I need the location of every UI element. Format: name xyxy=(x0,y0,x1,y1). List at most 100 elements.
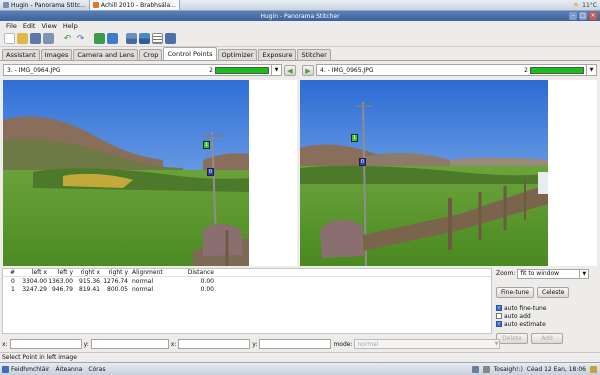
minimize-icon[interactable]: – xyxy=(569,12,577,20)
top-panel: Hugin - Panorama Stitc... Achill 2010 - … xyxy=(0,0,600,11)
save-icon[interactable] xyxy=(30,33,41,44)
left-image-panel[interactable]: 1 0 xyxy=(3,80,297,266)
undo-icon[interactable]: ↶ xyxy=(62,33,73,44)
zoom-select[interactable]: fit to window ▼ xyxy=(517,268,590,279)
previous-image-button[interactable]: ◀ xyxy=(284,65,296,76)
control-points-table[interactable]: # left x left y right x right y Alignmen… xyxy=(2,268,492,334)
table-cell: 915.36 xyxy=(79,277,100,285)
menu-view[interactable]: View xyxy=(41,22,56,30)
column-header[interactable]: left x xyxy=(17,269,47,276)
bottom-panel: Feidhmchláir Áiteanna Córas Tosaigh!:) C… xyxy=(0,362,600,375)
table-row[interactable]: 1 3247.29 946.79 819.41 800.05 normal 0.… xyxy=(3,285,491,293)
coordinate-fields: x: y: x: y: mode: normal ▼ xyxy=(0,338,600,350)
system-menu[interactable]: Córas xyxy=(88,366,105,373)
column-header[interactable]: left y xyxy=(47,269,73,276)
column-header[interactable]: right y xyxy=(100,269,128,276)
auto-fine-tune-option[interactable]: ✓ auto fine-tune xyxy=(496,304,598,312)
right-image-selector[interactable]: 4. - IMG_0965.JPG 2 ▼ xyxy=(316,64,597,76)
options-checkboxes: ✓ auto fine-tune auto add ✓ auto estimat… xyxy=(496,304,598,328)
auto-add-checkbox[interactable] xyxy=(496,313,502,319)
right-x-label: x: xyxy=(170,340,177,348)
user-name[interactable]: Tosaigh!:) xyxy=(494,366,523,373)
places-menu[interactable]: Áiteanna xyxy=(56,366,83,373)
weather-temperature: 11°C xyxy=(582,1,597,9)
auto-estimate-checkbox[interactable]: ✓ xyxy=(496,321,502,327)
images-icon[interactable] xyxy=(126,33,137,44)
left-x-field[interactable] xyxy=(9,339,82,349)
left-photo[interactable]: 1 0 xyxy=(3,80,249,266)
auto-fine-tune-checkbox[interactable]: ✓ xyxy=(496,305,502,311)
control-point-marker[interactable]: 1 xyxy=(351,134,358,142)
menu-help[interactable]: Help xyxy=(63,22,78,30)
next-image-button[interactable]: ▶ xyxy=(302,65,314,76)
optimize-icon[interactable] xyxy=(152,33,163,44)
fast-preview-icon[interactable] xyxy=(107,33,118,44)
table-cell: 0.00 xyxy=(200,285,214,293)
tab-control-points[interactable]: Control Points xyxy=(163,47,217,60)
preview-icon[interactable] xyxy=(94,33,105,44)
network-icon[interactable] xyxy=(471,365,479,373)
applications-menu[interactable]: Feidhmchláir xyxy=(2,365,50,373)
redo-icon[interactable]: ↷ xyxy=(75,33,86,44)
table-cell: 1276.74 xyxy=(103,277,128,285)
clock[interactable]: Céad 12 Ean, 18:06 xyxy=(527,366,586,373)
right-x-field[interactable] xyxy=(178,339,251,349)
tab-images[interactable]: Images xyxy=(40,49,73,60)
right-photo[interactable]: 1 0 xyxy=(300,80,548,266)
window-controls: – □ × xyxy=(569,12,597,20)
column-header[interactable]: right x xyxy=(73,269,100,276)
left-y-field[interactable] xyxy=(90,339,169,349)
open-icon[interactable] xyxy=(17,33,28,44)
tab-assistant[interactable]: Assistant xyxy=(2,49,40,60)
align-icon[interactable] xyxy=(139,33,150,44)
right-landscape-image xyxy=(300,80,548,266)
mode-select[interactable]: normal ▼ xyxy=(354,339,501,349)
left-x-label: x: xyxy=(2,340,8,348)
column-header[interactable]: Alignment xyxy=(128,269,172,276)
auto-estimate-label: auto estimate xyxy=(504,320,546,328)
fine-tune-row: Fine-tune Celeste xyxy=(496,287,598,298)
mode-label: mode: xyxy=(333,340,353,348)
tab-crop[interactable]: Crop xyxy=(139,49,163,60)
fine-tune-button[interactable]: Fine-tune xyxy=(496,287,534,298)
control-point-marker[interactable]: 1 xyxy=(203,141,210,149)
right-arrow-icon: ▶ xyxy=(305,66,311,75)
control-point-marker[interactable]: 0 xyxy=(207,168,214,176)
chevron-down-icon[interactable]: ▼ xyxy=(586,65,596,75)
menu-edit[interactable]: Edit xyxy=(23,22,36,30)
volume-icon[interactable] xyxy=(482,365,490,373)
chevron-down-icon[interactable]: ▼ xyxy=(579,269,588,278)
mode-value: normal xyxy=(357,340,379,348)
task-tab-hugin[interactable]: Hugin - Panorama Stitc... xyxy=(0,0,90,10)
right-image-panel[interactable]: 1 0 xyxy=(300,80,597,266)
auto-estimate-option[interactable]: ✓ auto estimate xyxy=(496,320,598,328)
task-tab-label: Achill 2010 - Brabhsála... xyxy=(100,1,176,9)
table-row[interactable]: 0 3304.00 1363.00 915.36 1276.74 normal … xyxy=(3,277,491,285)
new-icon[interactable] xyxy=(4,33,15,44)
column-header[interactable]: Distance xyxy=(172,269,214,276)
task-tab-browser[interactable]: Achill 2010 - Brabhsála... xyxy=(89,0,180,10)
auto-add-option[interactable]: auto add xyxy=(496,312,598,320)
tab-camera-and-lens[interactable]: Camera and Lens xyxy=(73,49,139,60)
stitch-icon[interactable] xyxy=(165,33,176,44)
column-header[interactable]: # xyxy=(3,269,17,276)
close-icon[interactable]: × xyxy=(589,12,597,20)
right-image-name: 4. - IMG_0965.JPG xyxy=(320,66,374,74)
applications-icon xyxy=(2,365,9,373)
maximize-icon[interactable]: □ xyxy=(579,12,587,20)
chevron-down-icon[interactable]: ▼ xyxy=(271,65,281,75)
right-y-field[interactable] xyxy=(259,339,332,349)
control-point-marker[interactable]: 0 xyxy=(359,158,366,166)
tab-stitcher[interactable]: Stitcher xyxy=(297,49,331,60)
celeste-button[interactable]: Celeste xyxy=(537,287,570,298)
chevron-down-icon[interactable]: ▼ xyxy=(495,341,499,347)
tab-optimizer[interactable]: Optimizer xyxy=(217,49,258,60)
power-icon[interactable] xyxy=(590,365,597,373)
status-bar: Select Point in left image xyxy=(0,352,600,362)
table-cell: 946.79 xyxy=(52,285,73,293)
left-image-selector[interactable]: 3. - IMG_0964.JPG 2 ▼ xyxy=(3,64,282,76)
left-y-label: y: xyxy=(83,340,89,348)
tab-exposure[interactable]: Exposure xyxy=(258,49,297,60)
save-as-icon[interactable] xyxy=(43,33,54,44)
menu-file[interactable]: File xyxy=(6,22,17,30)
